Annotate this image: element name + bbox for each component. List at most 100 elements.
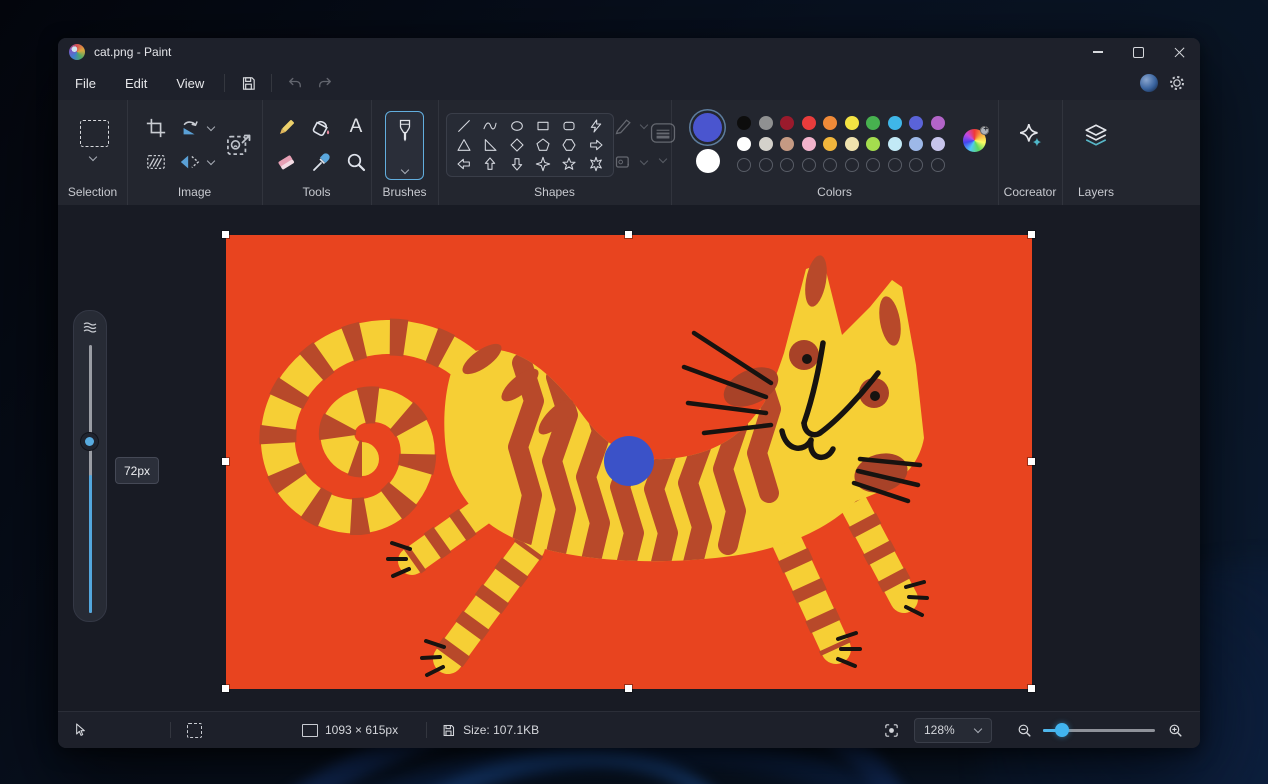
color-swatch-empty[interactable]	[909, 158, 923, 172]
color-swatch[interactable]	[758, 116, 773, 130]
fit-to-screen-icon[interactable]	[883, 722, 900, 739]
crop-icon[interactable]	[145, 117, 167, 139]
account-avatar[interactable]	[1140, 74, 1158, 92]
color-swatch-empty[interactable]	[844, 158, 859, 172]
menu-file[interactable]: File	[63, 71, 108, 96]
save-button[interactable]	[233, 71, 263, 95]
chevron-down-icon[interactable]	[207, 158, 215, 166]
shape-star-5[interactable]	[558, 156, 580, 172]
remove-background-icon[interactable]	[225, 132, 253, 160]
menu-edit[interactable]: Edit	[113, 71, 159, 96]
shape-curve[interactable]	[479, 118, 501, 134]
settings-gear-icon[interactable]	[1168, 74, 1186, 92]
selection-handle-se[interactable]	[1028, 685, 1035, 692]
color-swatch[interactable]	[887, 137, 902, 151]
shape-arrow-down[interactable]	[506, 156, 528, 172]
shape-triangle[interactable]	[453, 137, 475, 153]
chevron-down-icon[interactable]	[89, 154, 97, 162]
color-swatch[interactable]	[930, 137, 945, 151]
shape-pentagon[interactable]	[532, 137, 554, 153]
text-tool-icon[interactable]: A	[344, 115, 368, 139]
close-button[interactable]	[1159, 38, 1200, 66]
minimize-button[interactable]	[1077, 38, 1118, 66]
shape-line[interactable]	[453, 118, 475, 134]
zoom-in-icon[interactable]	[1167, 722, 1184, 739]
selection-handle-w[interactable]	[222, 458, 229, 465]
shape-hexagon[interactable]	[558, 137, 580, 153]
selection-handle-e[interactable]	[1028, 458, 1035, 465]
color-swatch-empty[interactable]	[823, 158, 837, 172]
eraser-tool-icon[interactable]	[274, 150, 298, 174]
brush-selector[interactable]	[385, 111, 424, 180]
flip-icon[interactable]	[179, 151, 201, 173]
chevron-down-icon[interactable]	[640, 158, 648, 166]
primary-color-swatch[interactable]	[693, 113, 722, 142]
chevron-down-icon[interactable]	[659, 156, 667, 164]
pencil-tool-icon[interactable]	[274, 116, 298, 140]
magnifier-tool-icon[interactable]	[344, 150, 368, 174]
edit-colors-wheel-icon[interactable]	[963, 124, 989, 152]
color-swatch[interactable]	[737, 137, 751, 151]
color-swatch[interactable]	[844, 137, 859, 151]
shape-fill-icon[interactable]	[614, 152, 634, 172]
color-swatch[interactable]	[801, 116, 816, 130]
color-swatch-empty[interactable]	[780, 158, 794, 172]
drawing-canvas[interactable]	[226, 235, 1032, 689]
selection-handle-s[interactable]	[625, 685, 632, 692]
color-swatch[interactable]	[887, 116, 902, 130]
selection-handle-sw[interactable]	[222, 685, 229, 692]
color-swatch[interactable]	[823, 116, 837, 130]
shape-star-4[interactable]	[532, 156, 554, 172]
color-swatch-empty[interactable]	[801, 158, 816, 172]
color-swatch[interactable]	[737, 116, 751, 130]
zoom-out-icon[interactable]	[1016, 722, 1033, 739]
zoom-level-dropdown[interactable]: 128%	[914, 717, 992, 743]
layers-icon[interactable]	[1083, 122, 1109, 148]
chevron-down-icon[interactable]	[640, 122, 648, 130]
chevron-down-icon[interactable]	[207, 124, 215, 132]
shape-diamond[interactable]	[506, 137, 528, 153]
selection-handle-nw[interactable]	[222, 231, 229, 238]
color-swatch[interactable]	[866, 116, 880, 130]
color-swatch[interactable]	[866, 137, 880, 151]
shape-arrow-up[interactable]	[479, 156, 501, 172]
color-swatch[interactable]	[801, 137, 816, 151]
color-swatch[interactable]	[909, 137, 923, 151]
color-swatch[interactable]	[930, 116, 945, 130]
selection-handle-ne[interactable]	[1028, 231, 1035, 238]
color-swatch-empty[interactable]	[758, 158, 773, 172]
color-swatch[interactable]	[823, 137, 837, 151]
color-swatch-empty[interactable]	[737, 158, 751, 172]
resize-skew-icon[interactable]	[145, 151, 167, 173]
menu-view[interactable]: View	[164, 71, 216, 96]
shape-star-6[interactable]	[585, 156, 607, 172]
color-swatch[interactable]	[844, 116, 859, 130]
shape-rounded-rectangle[interactable]	[558, 118, 580, 134]
shape-lightning[interactable]	[585, 118, 607, 134]
shape-oval[interactable]	[506, 118, 528, 134]
color-swatch-empty[interactable]	[887, 158, 902, 172]
shape-arrow-left[interactable]	[453, 156, 475, 172]
maximize-button[interactable]	[1118, 38, 1159, 66]
fill-tool-icon[interactable]	[309, 116, 333, 140]
zoom-slider-thumb[interactable]	[1055, 723, 1069, 737]
shape-right-triangle[interactable]	[479, 137, 501, 153]
rotate-icon[interactable]	[179, 117, 201, 139]
shape-outline-icon[interactable]	[614, 116, 634, 136]
color-swatch-empty[interactable]	[930, 158, 945, 172]
brush-size-slider[interactable]	[88, 345, 92, 613]
shape-arrow-right[interactable]	[585, 137, 607, 153]
zoom-slider[interactable]	[1043, 723, 1155, 737]
brush-size-slider-thumb[interactable]	[81, 433, 98, 450]
color-swatch[interactable]	[780, 116, 794, 130]
selection-tool-icon[interactable]	[80, 120, 109, 147]
color-swatch[interactable]	[780, 137, 794, 151]
color-picker-tool-icon[interactable]	[309, 150, 333, 174]
color-swatch[interactable]	[758, 137, 773, 151]
color-swatch-empty[interactable]	[866, 158, 880, 172]
cocreator-sparkle-icon[interactable]	[1018, 122, 1044, 148]
shape-rectangle[interactable]	[532, 118, 554, 134]
selection-handle-n[interactable]	[625, 231, 632, 238]
redo-button[interactable]	[310, 71, 340, 95]
color-swatch[interactable]	[909, 116, 923, 130]
